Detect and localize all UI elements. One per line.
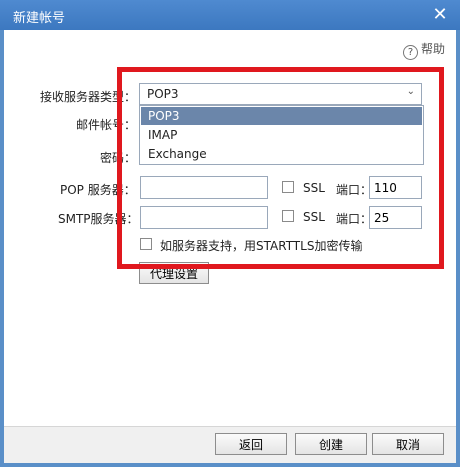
dialog-title: 新建帐号 (13, 11, 66, 26)
help-icon: ? (402, 45, 418, 60)
password-label: 密码： (100, 151, 137, 165)
create-button[interactable]: 创建 (295, 433, 367, 455)
pop-port-label: 端口： (336, 183, 373, 197)
back-button[interactable]: 返回 (215, 433, 287, 455)
server-type-dropdown-list: POP3 IMAP Exchange (139, 105, 424, 165)
close-icon[interactable]: ✕ (430, 5, 450, 25)
option-pop3[interactable]: POP3 (141, 107, 422, 125)
account-label: 邮件帐号： (76, 118, 137, 132)
cancel-button[interactable]: 取消 (372, 433, 444, 455)
new-account-dialog: 新建帐号 ✕ ? 帮助 接收服务器类型： POP3 ⌄ 邮件帐号： 密码： POP… (0, 0, 460, 467)
pop-port-input[interactable] (369, 176, 422, 199)
smtp-ssl-label: SSL (303, 210, 325, 224)
proxy-settings-button[interactable]: 代理设置 (139, 262, 209, 284)
pop-ssl-checkbox[interactable] (282, 181, 294, 193)
starttls-label: 如服务器支持，用STARTTLS加密传输 (160, 239, 363, 253)
server-type-label: 接收服务器类型： (40, 90, 137, 104)
smtp-ssl-checkbox[interactable] (282, 210, 294, 222)
help-link[interactable]: ? 帮助 (402, 40, 445, 60)
pop-server-label: POP 服务器： (60, 183, 136, 197)
pop-server-input[interactable] (140, 176, 268, 199)
starttls-checkbox[interactable] (140, 238, 152, 250)
help-label: 帮助 (420, 42, 445, 56)
server-type-select[interactable]: POP3 ⌄ (139, 83, 422, 105)
chevron-down-icon: ⌄ (406, 86, 415, 97)
title-bar[interactable]: 新建帐号 ✕ (0, 0, 460, 30)
pop-ssl-label: SSL (303, 181, 325, 195)
option-imap[interactable]: IMAP (141, 126, 422, 144)
smtp-port-input[interactable] (369, 206, 422, 229)
smtp-server-input[interactable] (140, 206, 268, 229)
server-type-value: POP3 (147, 87, 179, 101)
smtp-server-label: SMTP服务器： (58, 212, 139, 226)
option-exchange[interactable]: Exchange (141, 145, 422, 163)
smtp-port-label: 端口： (336, 212, 373, 226)
